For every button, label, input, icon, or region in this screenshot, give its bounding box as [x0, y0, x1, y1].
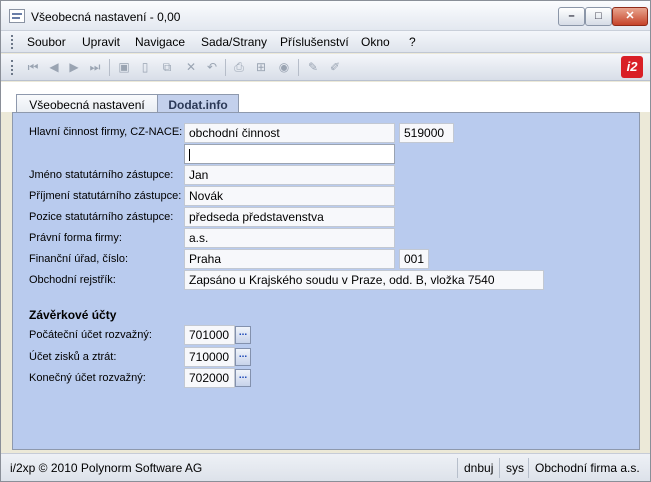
status-bar: i/2xp © 2010 Polynorm Software AG dnbuj … [1, 453, 650, 481]
maximize-button[interactable]: □ [585, 7, 612, 26]
tab-dodat-info[interactable]: Dodat.info [157, 94, 239, 113]
tree-icon[interactable]: ⊞ [253, 59, 269, 75]
undo-icon[interactable]: ↶ [204, 59, 220, 75]
opening-account-input[interactable]: 701000 [184, 325, 235, 345]
status-db: sys [506, 461, 524, 475]
menu-sada-strany[interactable]: Sada/Strany [201, 35, 267, 49]
stat-position-input[interactable]: předseda představenstva [184, 207, 395, 227]
menu-help[interactable]: ? [409, 35, 416, 49]
toolbar-separator [109, 59, 110, 76]
activity-input[interactable]: obchodní činnost [184, 123, 395, 143]
app-icon [9, 9, 25, 23]
previous-record-icon[interactable]: ◀ [46, 59, 62, 75]
register-input[interactable]: Zapsáno u Krajského soudu v Praze, odd. … [184, 270, 544, 290]
menu-upravit[interactable]: Upravit [82, 35, 120, 49]
stat-surname-label: Příjmení statutárního zástupce: [29, 190, 182, 202]
close-button[interactable]: ✕ [612, 7, 648, 26]
title-bar[interactable]: Všeobecná nastavení - 0,00 – □ ✕ [1, 1, 650, 31]
menu-navigace[interactable]: Navigace [135, 35, 185, 49]
menu-okno[interactable]: Okno [361, 35, 390, 49]
edit-alt-icon[interactable]: ✐ [327, 59, 343, 75]
minimize-button[interactable]: – [558, 7, 585, 26]
menubar-grip[interactable] [11, 35, 14, 49]
register-label: Obchodní rejstřík: [29, 274, 116, 286]
form-panel: Hlavní činnost firmy, CZ-NACE: obchodní … [12, 112, 640, 450]
menu-prislusenstvi[interactable]: Příslušenství [280, 35, 349, 49]
status-separator [499, 458, 500, 478]
minimize-icon: – [568, 10, 575, 22]
toolbar-separator [298, 59, 299, 76]
maximize-icon: □ [595, 10, 602, 22]
closing-account-browse-button[interactable]: ... [235, 369, 251, 387]
closing-account-label: Konečný účet rozvažný: [29, 372, 146, 384]
edit-icon[interactable]: ✎ [305, 59, 321, 75]
closing-accounts-title: Závěrkové účty [29, 308, 117, 322]
activity-code-input[interactable]: 519000 [399, 123, 454, 143]
close-icon: ✕ [625, 10, 635, 22]
tab-strip: Všeobecná nastavení Dodat.info [1, 82, 650, 113]
last-record-icon[interactable]: ⏭ [87, 59, 103, 75]
legal-form-label: Právní forma firmy: [29, 232, 122, 244]
next-record-icon[interactable]: ▶ [66, 59, 82, 75]
main-window: Všeobecná nastavení - 0,00 – □ ✕ Soubor … [0, 0, 651, 482]
opening-account-label: Počáteční účet rozvažný: [29, 329, 152, 341]
first-record-icon[interactable]: ⏮ [25, 59, 41, 75]
toolbar: ⏮ ◀ ▶ ⏭ ▣ ▯ ⧉ ✕ ↶ ⎙ ⊞ ◉ ✎ ✐ i2 [1, 54, 650, 81]
status-user: dnbuj [464, 461, 494, 475]
activity-extra-input[interactable] [184, 144, 395, 164]
new-document-icon[interactable]: ▯ [137, 59, 153, 75]
legal-form-input[interactable]: a.s. [184, 228, 395, 248]
activity-label: Hlavní činnost firmy, CZ-NACE: [29, 126, 183, 138]
stat-position-label: Pozice statutárního zástupce: [29, 211, 174, 223]
profit-loss-label: Účet zisků a ztrát: [29, 351, 117, 363]
save-icon[interactable]: ▣ [116, 59, 132, 75]
stat-name-label: Jméno statutárního zástupce: [29, 169, 174, 181]
tab-vseobecna-nastaveni[interactable]: Všeobecná nastavení [16, 94, 158, 113]
tax-office-label: Finanční úřad, číslo: [29, 253, 129, 265]
menu-bar: Soubor Upravit Navigace Sada/Strany Přís… [1, 31, 650, 53]
profit-loss-browse-button[interactable]: ... [235, 348, 251, 366]
web-icon[interactable]: ◉ [276, 59, 292, 75]
text-caret [189, 148, 190, 161]
status-company: Obchodní firma a.s. [535, 461, 640, 475]
window-title: Všeobecná nastavení - 0,00 [31, 10, 181, 24]
toolbar-separator [225, 59, 226, 76]
app-logo: i2 [621, 56, 643, 78]
copy-icon[interactable]: ⧉ [159, 59, 175, 75]
stat-surname-input[interactable]: Novák [184, 186, 395, 206]
status-copyright: i/2xp © 2010 Polynorm Software AG [10, 461, 203, 475]
profit-loss-input[interactable]: 710000 [184, 347, 235, 367]
print-icon[interactable]: ⎙ [231, 59, 247, 75]
toolbar-grip[interactable] [11, 60, 14, 75]
delete-icon[interactable]: ✕ [183, 59, 199, 75]
stat-name-input[interactable]: Jan [184, 165, 395, 185]
status-separator [528, 458, 529, 478]
status-separator [457, 458, 458, 478]
tax-office-number-input[interactable]: 001 [399, 249, 429, 269]
closing-account-input[interactable]: 702000 [184, 368, 235, 388]
opening-account-browse-button[interactable]: ... [235, 326, 251, 344]
tax-office-input[interactable]: Praha [184, 249, 395, 269]
menu-soubor[interactable]: Soubor [27, 35, 66, 49]
